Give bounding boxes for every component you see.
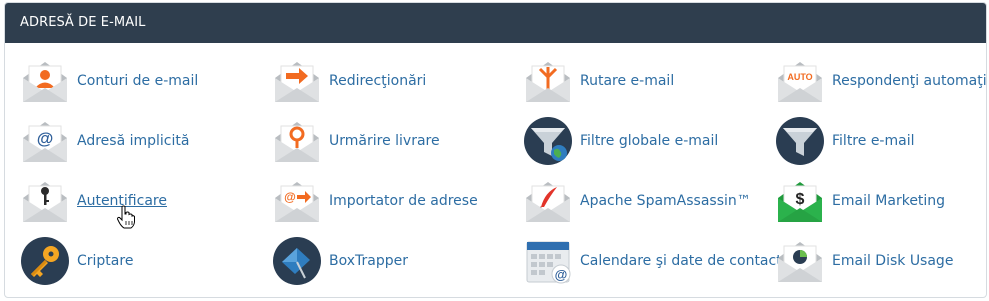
tool-email-filters[interactable]: Filtre e-mail [775,113,914,169]
tool-label: Urmărire livrare [329,133,440,149]
pie-chart-envelope-icon [778,242,822,282]
key-envelope-icon [23,182,67,222]
tool-global-email-filters[interactable]: Filtre globale e-mail [523,113,718,169]
tool-calendars-contacts[interactable]: @ Calendare şi date de contact [523,233,782,289]
tool-email-disk-usage[interactable]: Email Disk Usage [775,233,953,289]
tool-authentication[interactable]: Autentificare [20,173,167,229]
tool-label: Respondenţi automaţi [832,73,987,89]
calendar-at-icon: @ [526,241,571,284]
box-trap-icon [273,237,321,285]
at-text: @ [37,129,54,148]
tool-label: Conturi de e-mail [77,73,199,89]
auto-responder-envelope-icon: AUTO [778,62,822,102]
tool-track-delivery[interactable]: Urmărire livrare [272,113,440,169]
tool-label: Apache SpamAssassin™ [580,193,751,209]
funnel-icon [776,117,824,165]
import-envelope-icon: @ [275,182,319,222]
at-sign-envelope-icon: @ [23,122,67,162]
tool-spamassassin[interactable]: Apache SpamAssassin™ [523,173,751,229]
tool-label: BoxTrapper [329,253,408,269]
location-pin-envelope-icon [275,122,319,162]
tool-autoresponders[interactable]: AUTO Respondenţi automaţi [775,53,987,109]
tool-label: Adresă implicită [77,133,190,149]
dollar-envelope-icon: $ [778,182,822,222]
tool-label: Calendare şi date de contact [580,253,782,269]
import-at-text: @ [284,190,296,204]
dollar-text: $ [796,191,805,208]
account-envelope-icon [23,62,67,102]
tool-label: Criptare [77,253,134,269]
section-title: ADRESĂ DE E-MAIL [20,15,146,30]
tool-label: Email Marketing [832,193,946,209]
routing-fork-envelope-icon [526,62,570,102]
feather-envelope-icon [526,182,570,222]
tool-label: Email Disk Usage [832,253,954,269]
auto-text: AUTO [787,72,812,82]
tool-label: Rutare e-mail [580,73,675,89]
section-header: ADRESĂ DE E-MAIL [5,3,986,43]
tool-label: Redirecţionări [329,73,427,89]
calendar-at-text: @ [555,267,568,282]
tool-email-marketing[interactable]: $ Email Marketing [775,173,945,229]
tool-encryption[interactable]: Criptare [20,233,133,289]
tool-forwarders[interactable]: Redirecţionări [272,53,426,109]
tool-boxtrapper[interactable]: BoxTrapper [272,233,408,289]
funnel-globe-icon [524,117,572,165]
tool-email-accounts[interactable]: Conturi de e-mail [20,53,198,109]
tool-address-importer[interactable]: @ Importator de adrese [272,173,478,229]
forward-arrow-envelope-icon [275,62,319,102]
tool-label: Importator de adrese [329,193,478,209]
email-section-panel: ADRESĂ DE E-MAIL Conturi de e-mail Redir… [4,2,987,298]
hand-pointer-cursor-icon [116,205,135,229]
encryption-key-icon [21,237,69,285]
tool-label: Filtre e-mail [832,133,915,149]
tool-default-address[interactable]: @ Adresă implicită [20,113,189,169]
tool-email-routing[interactable]: Rutare e-mail [523,53,674,109]
tool-label: Filtre globale e-mail [580,133,719,149]
